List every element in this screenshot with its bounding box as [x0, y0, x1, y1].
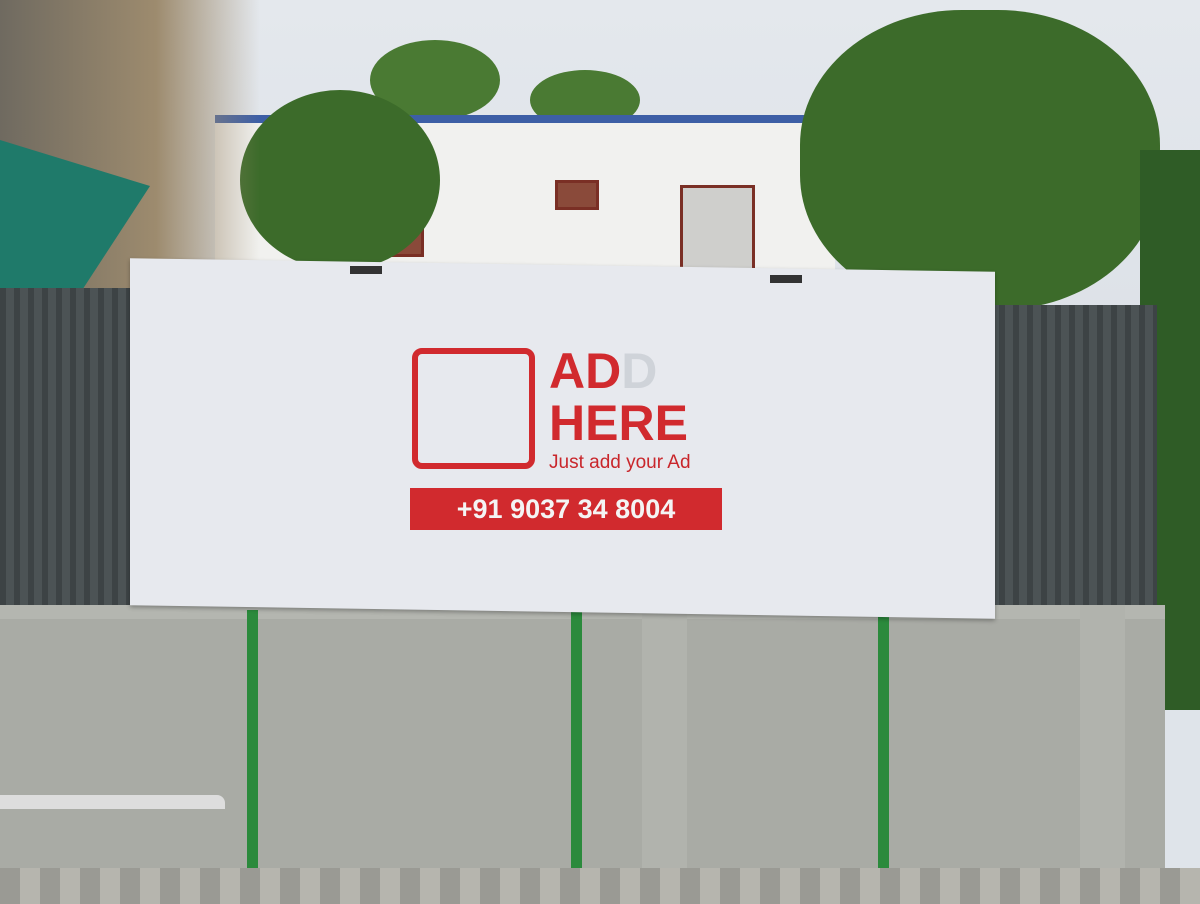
- logo-square-icon: [412, 348, 535, 469]
- wall-pier: [642, 605, 687, 870]
- billboard-lamp: [770, 275, 802, 283]
- house-window: [555, 180, 599, 210]
- tree: [240, 90, 440, 270]
- brand-name-line2: HERE: [549, 395, 688, 451]
- tree: [800, 10, 1160, 310]
- metal-fence: [985, 305, 1157, 610]
- brand-text: AD: [549, 343, 622, 399]
- wall-pier: [1080, 605, 1125, 870]
- brand-ghost-letter: D: [621, 343, 658, 399]
- tagline: Just add your Ad: [549, 452, 691, 473]
- brand-name-line1: ADD: [549, 346, 657, 396]
- concrete-wall: [0, 605, 1165, 870]
- phone-number: +91 9037 34 8004: [410, 488, 722, 530]
- support-pole: [571, 610, 582, 870]
- support-pole: [878, 610, 889, 870]
- pavement: [0, 868, 1200, 904]
- billboard-lamp: [350, 266, 382, 274]
- metal-fence: [0, 288, 140, 613]
- pipe: [0, 795, 225, 809]
- support-pole: [247, 610, 258, 870]
- house-window: [680, 185, 755, 275]
